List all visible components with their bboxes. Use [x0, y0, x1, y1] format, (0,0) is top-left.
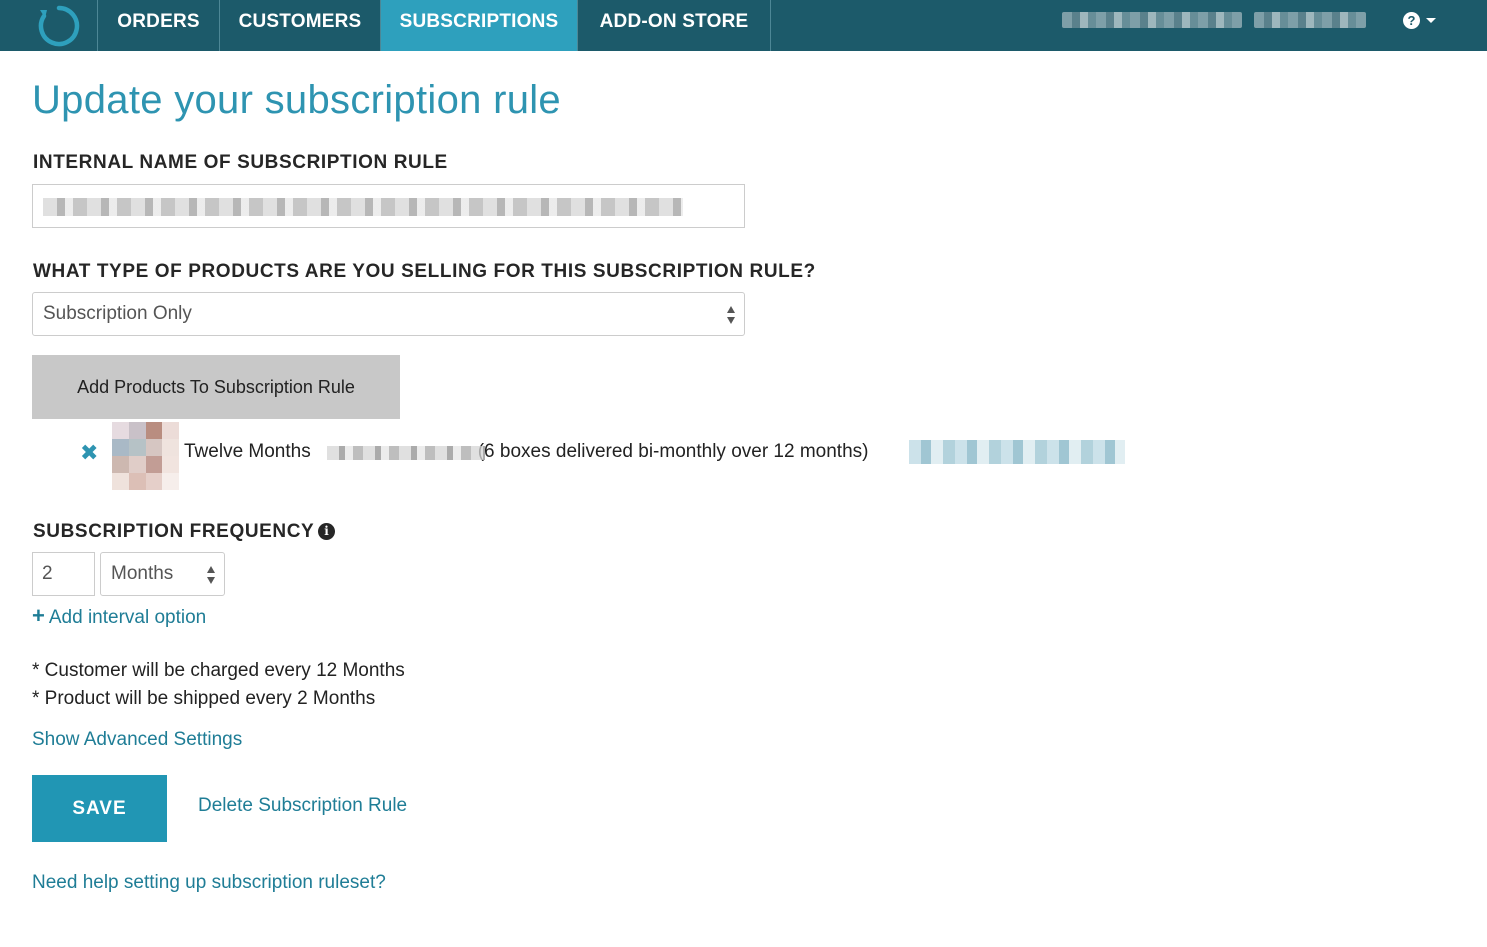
- select-arrows-icon: [727, 306, 736, 324]
- help-menu[interactable]: ?: [1403, 12, 1436, 30]
- frequency-number-input[interactable]: 2: [32, 552, 95, 596]
- nav-tab-customers[interactable]: CUSTOMERS: [220, 0, 381, 51]
- help-setup-link[interactable]: Need help setting up subscription rulese…: [32, 872, 386, 894]
- subscription-frequency-text: SUBSCRIPTION FREQUENCY: [33, 521, 315, 542]
- product-name-start: Twelve Months: [184, 441, 311, 462]
- product-type-value: Subscription Only: [43, 303, 192, 324]
- internal-name-input[interactable]: [32, 184, 745, 228]
- add-interval-option-text: Add interval option: [48, 607, 207, 628]
- frequency-unit-select[interactable]: Months: [100, 552, 225, 596]
- internal-name-redacted: [43, 198, 683, 216]
- product-type-select[interactable]: Subscription Only: [32, 292, 745, 336]
- nav-tab-subscriptions[interactable]: SUBSCRIPTIONS: [381, 0, 578, 51]
- show-advanced-settings-link[interactable]: Show Advanced Settings: [32, 729, 242, 751]
- product-thumbnail: [112, 422, 179, 490]
- subscription-frequency-label: SUBSCRIPTION FREQUENCY i: [33, 521, 336, 543]
- add-products-button[interactable]: Add Products To Subscription Rule: [32, 355, 400, 419]
- charge-note: * Customer will be charged every 12 Mont…: [32, 660, 405, 681]
- app-logo[interactable]: [0, 0, 98, 51]
- internal-name-label: INTERNAL NAME OF SUBSCRIPTION RULE: [33, 152, 448, 173]
- top-navigation-bar: ORDERS CUSTOMERS SUBSCRIPTIONS ADD-ON ST…: [0, 0, 1487, 51]
- nav-tab-orders[interactable]: ORDERS: [98, 0, 220, 51]
- nav-tab-add-on-store[interactable]: ADD-ON STORE: [578, 0, 771, 51]
- info-circle-icon[interactable]: i: [318, 523, 336, 540]
- product-type-label: WHAT TYPE OF PRODUCTS ARE YOU SELLING FO…: [33, 261, 816, 282]
- store-name-redacted[interactable]: [1062, 12, 1242, 28]
- account-name-redacted[interactable]: [1254, 12, 1366, 28]
- question-circle-icon: ?: [1403, 12, 1420, 30]
- refresh-logo-icon: [38, 5, 80, 47]
- frequency-unit-value: Months: [111, 563, 174, 584]
- ship-note: * Product will be shipped every 2 Months: [32, 688, 376, 709]
- add-interval-option-link[interactable]: + Add interval option: [32, 603, 206, 629]
- save-button[interactable]: SAVE: [32, 775, 167, 842]
- remove-product-icon[interactable]: ✖: [80, 440, 98, 466]
- product-name-redacted: [327, 446, 485, 460]
- product-name-end: (6 boxes delivered bi-monthly over 12 mo…: [477, 441, 869, 462]
- select-arrows-icon: [207, 566, 216, 584]
- product-link-redacted[interactable]: [909, 440, 1125, 464]
- plus-icon: +: [32, 603, 45, 628]
- product-name: Twelve Months (6 boxes delivered bi-month…: [184, 441, 868, 463]
- caret-down-icon: [1426, 18, 1436, 24]
- delete-subscription-rule-link[interactable]: Delete Subscription Rule: [198, 795, 407, 817]
- page-title: Update your subscription rule: [32, 78, 561, 122]
